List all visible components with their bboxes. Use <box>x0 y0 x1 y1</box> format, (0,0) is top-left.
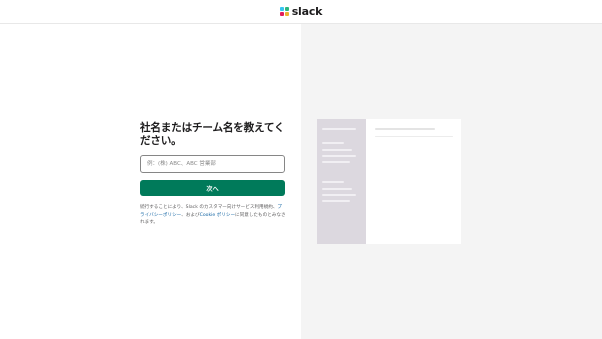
preview-sidebar <box>317 119 366 244</box>
team-name-form: 社名またはチーム名を教えてください。 次へ 続行することにより、Slack のカ… <box>140 122 286 227</box>
slack-logo[interactable]: slack <box>279 5 323 18</box>
preview-sidebar-line <box>322 194 356 196</box>
preview-panel <box>301 24 602 339</box>
preview-sidebar-line <box>322 200 350 202</box>
preview-sidebar-line <box>322 181 344 183</box>
page-title: 社名またはチーム名を教えてください。 <box>140 122 285 147</box>
preview-divider <box>375 136 453 137</box>
preview-sidebar-line <box>322 142 344 144</box>
terms-text: 続行することにより、Slack のカスタマー向けサービス利用規約、プライバシーポ… <box>140 204 286 227</box>
preview-sidebar-line <box>322 155 356 157</box>
preview-sidebar-line <box>322 128 356 130</box>
next-button[interactable]: 次へ <box>140 180 285 196</box>
preview-sidebar-line <box>322 149 352 151</box>
preview-sidebar-line <box>322 161 350 163</box>
preview-header-line <box>375 128 435 130</box>
workspace-preview-illustration <box>317 119 461 244</box>
preview-sidebar-line <box>322 188 352 190</box>
terms-prefix: 続行することにより、Slack のカスタマー向けサービス利用規約、 <box>140 205 278 210</box>
slack-logo-icon <box>279 7 289 16</box>
team-name-input[interactable] <box>140 155 285 173</box>
cookie-policy-link[interactable]: Cookie ポリシー <box>200 213 235 218</box>
top-header: slack <box>0 0 602 24</box>
slack-wordmark: slack <box>291 5 323 18</box>
terms-middle: 、および <box>181 212 200 218</box>
